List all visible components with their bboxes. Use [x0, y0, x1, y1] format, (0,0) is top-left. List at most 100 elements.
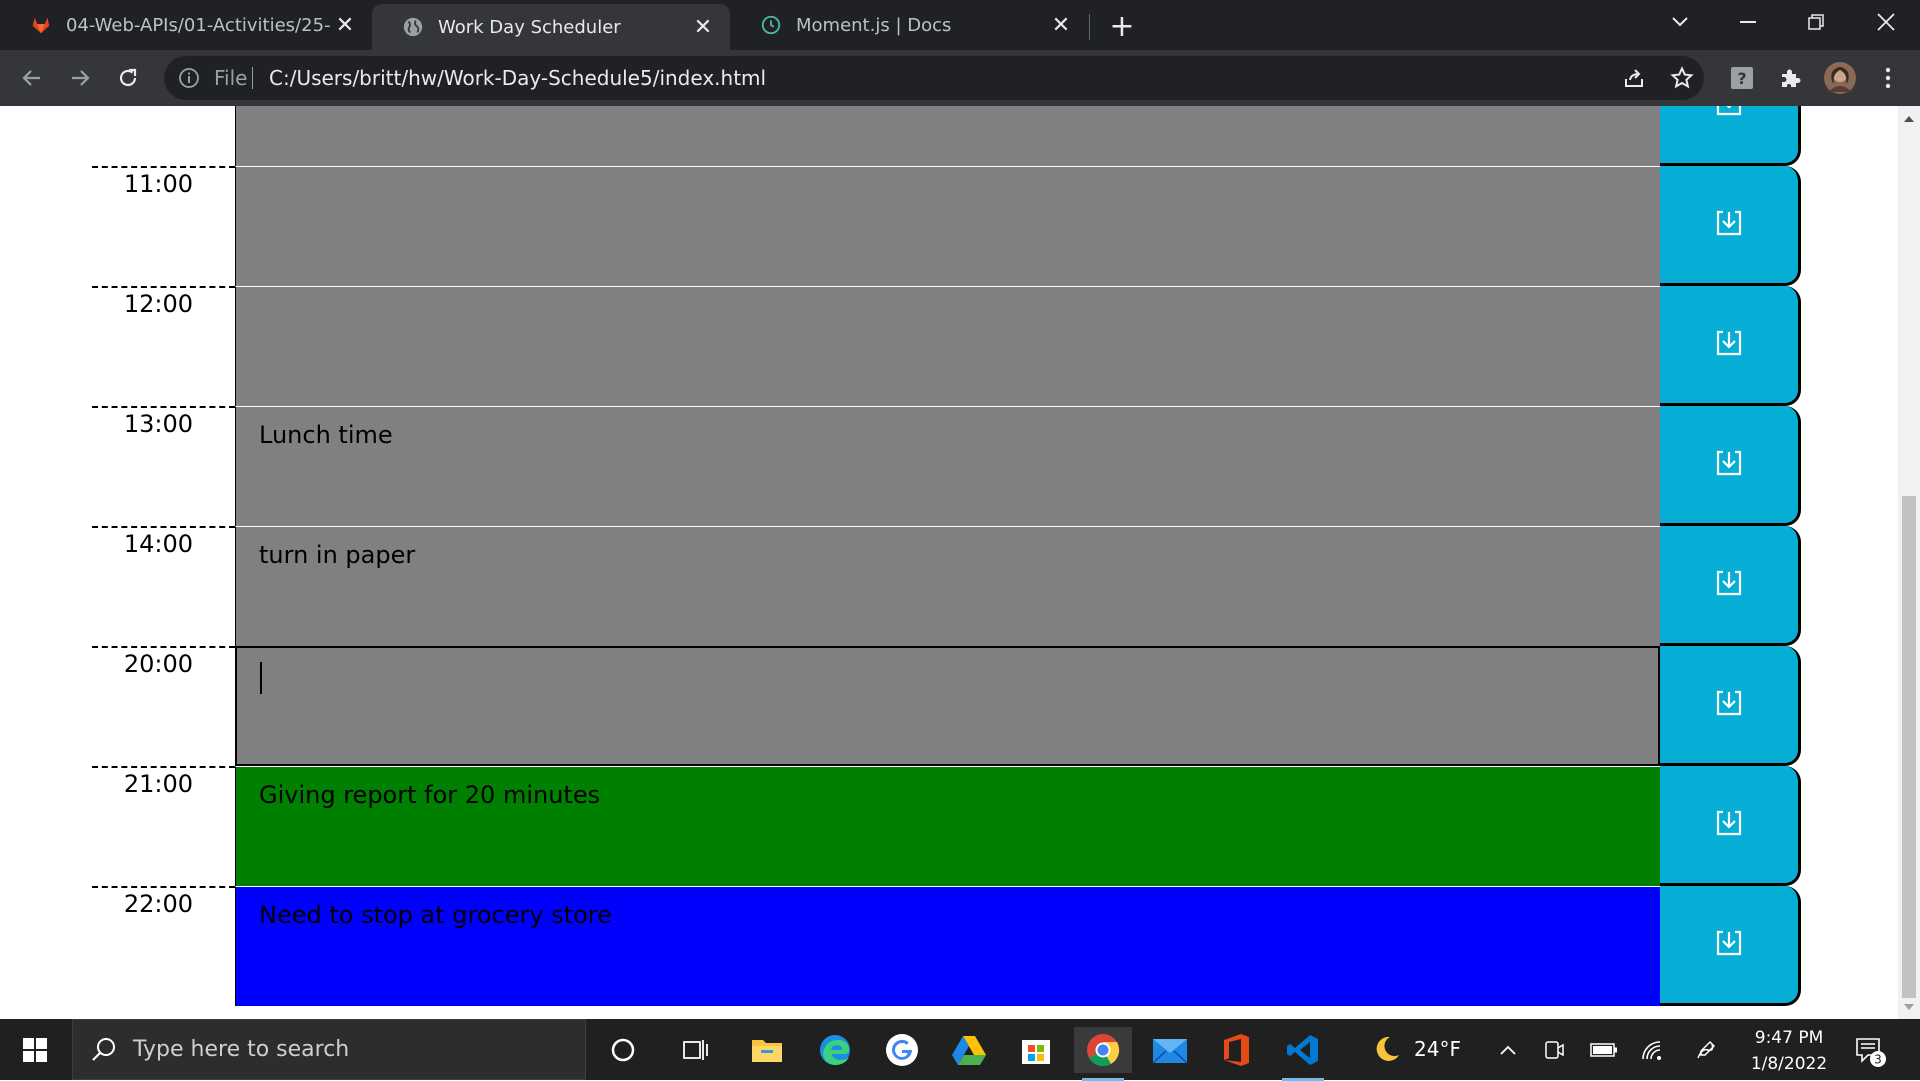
hour-label: 12:00 [92, 286, 235, 406]
page-viewport: 11:00 12:00 13:00 Lunch time 14:00 turn … [0, 106, 1898, 1019]
close-tab-icon[interactable]: ✕ [332, 12, 358, 38]
taskbar-clock[interactable]: 9:47 PM 1/8/2022 [1726, 1025, 1852, 1077]
tab-title: Work Day Scheduler [438, 16, 621, 38]
save-button[interactable] [1660, 106, 1801, 166]
page-scrollbar[interactable] [1898, 106, 1920, 1019]
time-block-row: 21:00 Giving report for 20 minutes [0, 766, 1898, 886]
save-icon [1712, 686, 1746, 724]
office-icon[interactable] [1207, 1027, 1265, 1073]
save-icon [1712, 106, 1746, 124]
search-icon [91, 1036, 117, 1066]
show-hidden-icons-chevron[interactable] [1492, 1035, 1524, 1065]
close-tab-icon[interactable]: ✕ [690, 14, 716, 40]
save-icon [1712, 326, 1746, 364]
description-textarea[interactable]: turn in paper [235, 526, 1660, 646]
address-bar[interactable]: File C:/Users/britt/hw/Work-Day-Schedule… [164, 56, 1704, 100]
close-tab-icon[interactable]: ✕ [1048, 12, 1074, 38]
save-button[interactable] [1660, 286, 1801, 406]
description-textarea[interactable]: Lunch time [235, 406, 1660, 526]
description-textarea[interactable]: Giving report for 20 minutes [235, 766, 1660, 886]
scroll-down-icon[interactable] [1904, 1004, 1914, 1010]
gitlab-icon [30, 14, 52, 36]
clock-time: 9:47 PM [1754, 1028, 1824, 1048]
save-button[interactable] [1660, 646, 1801, 766]
text-caret [260, 662, 262, 694]
tab-moment-docs[interactable]: Moment.js | Docs ✕ [730, 0, 1088, 50]
save-button[interactable] [1660, 886, 1801, 1006]
vscode-icon[interactable] [1274, 1027, 1332, 1081]
scrollbar-thumb[interactable] [1902, 496, 1916, 998]
scheme-label: File [214, 66, 248, 90]
save-icon [1712, 806, 1746, 844]
url-text[interactable]: C:/Users/britt/hw/Work-Day-Schedule5/ind… [269, 66, 766, 90]
description-textarea[interactable] [235, 166, 1660, 286]
edge-browser-icon[interactable] [806, 1027, 864, 1073]
share-icon[interactable] [1616, 60, 1652, 96]
cortana-icon[interactable] [594, 1027, 652, 1073]
bookmark-star-icon[interactable] [1664, 60, 1700, 96]
notification-badge: 3 [1874, 1053, 1882, 1067]
moon-weather-icon [1372, 1034, 1402, 1064]
weather-temperature: 24°F [1414, 1037, 1461, 1061]
clock-icon [760, 14, 782, 36]
hour-label: 13:00 [92, 406, 235, 526]
scroll-up-icon[interactable] [1904, 116, 1914, 122]
browser-menu-icon[interactable] [1870, 60, 1906, 96]
windows-taskbar: Type here to search 24°F 9:47 PM 1/8/202… [0, 1019, 1920, 1081]
weather-widget[interactable]: 24°F [1372, 1034, 1461, 1064]
save-icon [1712, 566, 1746, 604]
time-block-row: 14:00 turn in paper [0, 526, 1898, 646]
extensions-puzzle-icon[interactable] [1772, 60, 1808, 96]
search-placeholder: Type here to search [133, 1037, 350, 1062]
pen-ink-icon[interactable] [1690, 1035, 1722, 1065]
time-block-row: 11:00 [0, 166, 1898, 286]
task-view-icon[interactable] [666, 1027, 724, 1073]
save-button[interactable] [1660, 166, 1801, 286]
time-block-row: 12:00 [0, 286, 1898, 406]
new-tab-button[interactable]: + [1106, 9, 1138, 44]
notification-center-icon[interactable]: 3 [1852, 1033, 1888, 1069]
save-icon [1712, 206, 1746, 244]
hour-label: 21:00 [92, 766, 235, 886]
help-extension-icon[interactable]: ? [1724, 60, 1760, 96]
taskbar-search-box[interactable]: Type here to search [72, 1019, 586, 1080]
microsoft-store-icon[interactable] [1007, 1027, 1065, 1073]
tab-title: Moment.js | Docs [796, 14, 952, 36]
tab-gitlab[interactable]: 04-Web-APIs/01-Activities/25-Ins ✕ [0, 0, 372, 50]
hour-label: 14:00 [92, 526, 235, 646]
meet-now-icon[interactable] [1538, 1035, 1570, 1065]
info-icon[interactable] [178, 67, 200, 93]
description-textarea-focused[interactable] [235, 646, 1660, 766]
description-textarea[interactable] [235, 106, 1660, 166]
time-block-row: 13:00 Lunch time [0, 406, 1898, 526]
mail-icon[interactable] [1141, 1027, 1199, 1073]
description-textarea[interactable]: Need to stop at grocery store [235, 886, 1660, 1006]
google-drive-icon[interactable] [940, 1027, 998, 1073]
close-window-icon[interactable] [1856, 0, 1916, 44]
battery-icon[interactable] [1588, 1035, 1620, 1065]
google-icon[interactable] [873, 1027, 931, 1073]
description-textarea[interactable] [235, 286, 1660, 406]
reload-icon[interactable] [108, 58, 148, 98]
wifi-icon[interactable] [1636, 1035, 1668, 1065]
minimize-icon[interactable] [1718, 0, 1778, 44]
profile-avatar[interactable] [1822, 60, 1858, 96]
save-button[interactable] [1660, 766, 1801, 886]
time-block-row [0, 106, 1898, 166]
file-explorer-icon[interactable] [738, 1027, 796, 1073]
restore-icon[interactable] [1786, 0, 1846, 44]
browser-toolbar: File C:/Users/britt/hw/Work-Day-Schedule… [0, 50, 1920, 106]
tab-separator [1089, 14, 1090, 40]
tab-search-icon[interactable] [1650, 0, 1710, 44]
save-button[interactable] [1660, 526, 1801, 646]
tab-work-day-scheduler[interactable]: Work Day Scheduler ✕ [372, 4, 730, 50]
hour-label: 11:00 [92, 166, 235, 286]
windows-start-icon[interactable] [10, 1027, 60, 1073]
chrome-icon[interactable] [1074, 1027, 1132, 1081]
save-button[interactable] [1660, 406, 1801, 526]
back-arrow-icon[interactable] [12, 58, 52, 98]
save-icon [1712, 446, 1746, 484]
forward-arrow-icon[interactable] [60, 58, 100, 98]
hour-label [92, 106, 235, 166]
time-block-row: 20:00 [0, 646, 1898, 766]
